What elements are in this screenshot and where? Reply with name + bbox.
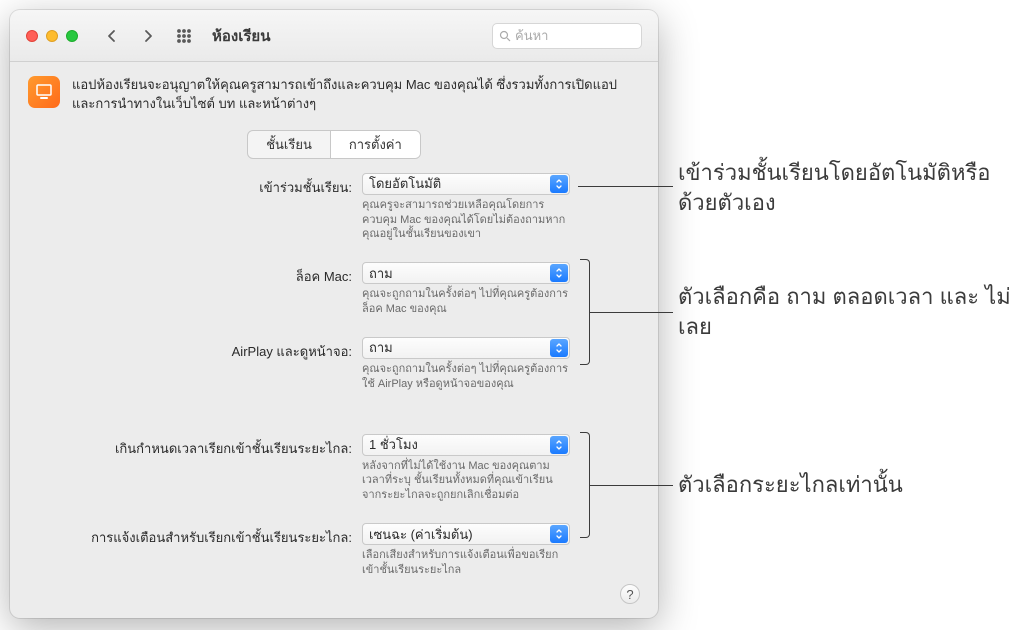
chevron-updown-icon: [550, 436, 568, 454]
remote-timeout-help: หลังจากที่ไม่ได้ใช้งาน Mac ของคุณตามเวลา…: [362, 459, 570, 504]
remote-timeout-value: 1 ชั่วโมง: [369, 434, 418, 455]
settings-form: เข้าร่วมชั้นเรียน: โดยอัตโนมัติ คุณครูจะ…: [10, 173, 658, 592]
forward-button[interactable]: [134, 24, 162, 48]
join-class-value: โดยอัตโนมัติ: [369, 173, 441, 194]
join-class-select[interactable]: โดยอัตโนมัติ: [362, 173, 570, 195]
join-class-label: เข้าร่วมชั้นเรียน:: [46, 173, 362, 198]
remote-alert-label: การแจ้งเตือนสำหรับเรียกเข้าชั้นเรียนระยะ…: [46, 523, 362, 548]
callout-line: [578, 186, 673, 187]
remote-timeout-label: เกินกำหนดเวลาเรียกเข้าชั้นเรียนระยะไกล:: [46, 434, 362, 459]
lock-mac-label: ล็อค Mac:: [46, 262, 362, 287]
remote-alert-select[interactable]: เซนฉะ (ค่าเริ่มต้น): [362, 523, 570, 545]
chevron-updown-icon: [550, 525, 568, 543]
remote-alert-value: เซนฉะ (ค่าเริ่มต้น): [369, 524, 473, 545]
chevron-updown-icon: [550, 264, 568, 282]
back-button[interactable]: [98, 24, 126, 48]
callout-bracket: [580, 259, 590, 365]
tab-settings[interactable]: การตั้งค่า: [331, 131, 420, 158]
lock-mac-value: ถาม: [369, 263, 393, 284]
chevron-updown-icon: [550, 175, 568, 193]
airplay-select[interactable]: ถาม: [362, 337, 570, 359]
help-button[interactable]: ?: [620, 584, 640, 604]
search-placeholder: ค้นหา: [515, 25, 548, 46]
callout-line: [590, 312, 673, 313]
callout-ask: ตัวเลือกคือ ถาม ตลอดเวลา และ ไม่เลย: [678, 282, 1021, 341]
show-all-button[interactable]: [170, 24, 198, 48]
titlebar: ห้องเรียน ค้นหา: [10, 10, 658, 62]
airplay-help: คุณจะถูกถามในครั้งต่อๆ ไปที่คุณครูต้องกา…: [362, 362, 570, 392]
airplay-label: AirPlay และดูหน้าจอ:: [46, 337, 362, 362]
airplay-value: ถาม: [369, 337, 393, 358]
classroom-app-icon: [28, 76, 60, 108]
preferences-window: ห้องเรียน ค้นหา แอปห้องเรียนจะอนุญาตให้ค…: [10, 10, 658, 618]
description-text: แอปห้องเรียนจะอนุญาตให้คุณครูสามารถเข้าถ…: [72, 76, 640, 114]
callout-remote: ตัวเลือกระยะไกลเท่านั้น: [678, 470, 903, 500]
remote-alert-help: เลือกเสียงสำหรับการแจ้งเตือนเพื่อขอเรียก…: [362, 548, 570, 578]
tabs: ชั้นเรียน การตั้งค่า: [10, 130, 658, 159]
callout-bracket: [580, 432, 590, 538]
join-class-help: คุณครูจะสามารถช่วยเหลือคุณโดยการควบคุม M…: [362, 198, 570, 243]
window-title: ห้องเรียน: [212, 24, 484, 48]
callout-join: เข้าร่วมชั้นเรียนโดยอัตโนมัติหรือด้วยตัว…: [678, 158, 1021, 217]
lock-mac-select[interactable]: ถาม: [362, 262, 570, 284]
callout-line: [590, 485, 673, 486]
window-controls: [26, 30, 78, 42]
search-field[interactable]: ค้นหา: [492, 23, 642, 49]
close-window-button[interactable]: [26, 30, 38, 42]
search-icon: [499, 30, 511, 42]
lock-mac-help: คุณจะถูกถามในครั้งต่อๆ ไปที่คุณครูต้องกา…: [362, 287, 570, 317]
chevron-updown-icon: [550, 339, 568, 357]
header: แอปห้องเรียนจะอนุญาตให้คุณครูสามารถเข้าถ…: [10, 62, 658, 124]
zoom-window-button[interactable]: [66, 30, 78, 42]
minimize-window-button[interactable]: [46, 30, 58, 42]
tab-classes[interactable]: ชั้นเรียน: [248, 131, 331, 158]
remote-timeout-select[interactable]: 1 ชั่วโมง: [362, 434, 570, 456]
